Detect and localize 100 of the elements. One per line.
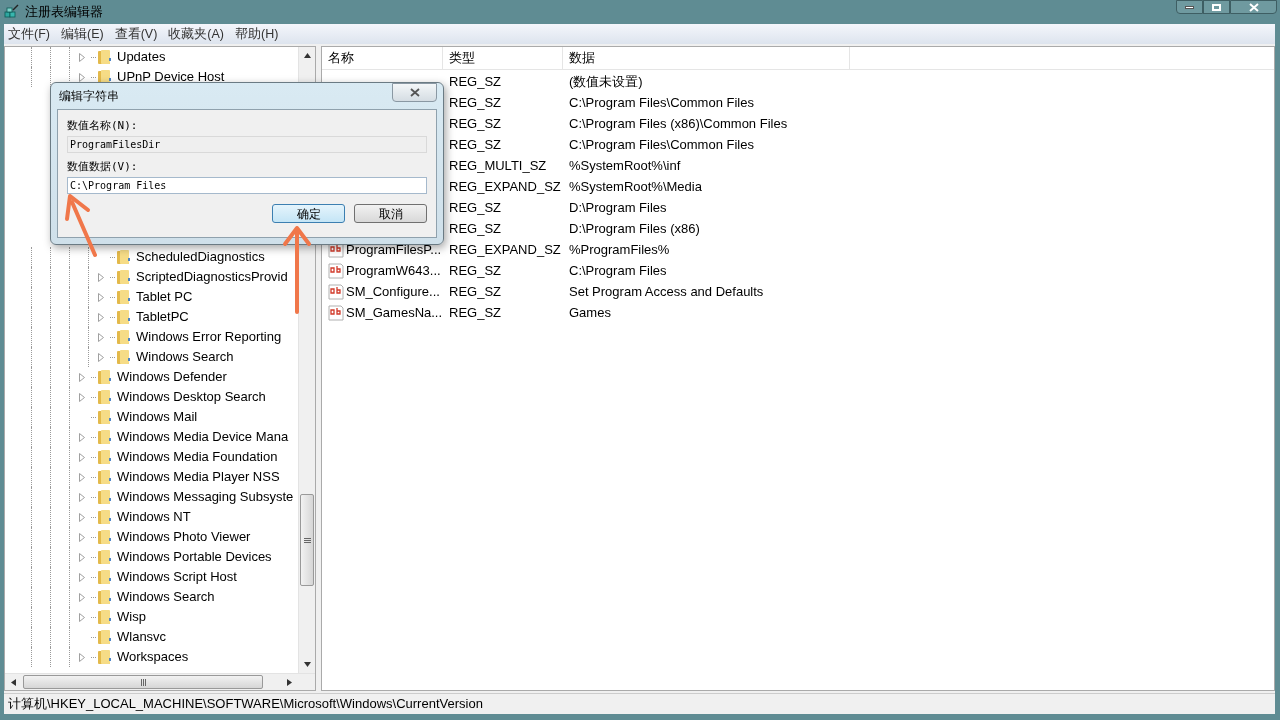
field-label: 数值数据(V):	[67, 159, 139, 175]
menu-item[interactable]: 查看(V)	[114, 24, 158, 44]
value-type: REG_SZ	[448, 114, 502, 133]
folder-icon	[116, 329, 131, 345]
close-icon	[409, 88, 420, 97]
value-data: Set Program Access and Defaults	[568, 282, 764, 301]
tree-item[interactable]: Windows Search	[136, 347, 234, 367]
tree-item[interactable]: Workspaces	[117, 647, 189, 667]
annotation-arrow	[65, 194, 97, 257]
tree-item[interactable]: Windows Search	[117, 587, 215, 607]
grip-icon	[140, 678, 146, 686]
expand-arrow-icon[interactable]	[79, 652, 85, 662]
menu-item[interactable]: 收藏夹(A)	[168, 24, 224, 44]
folder-icon	[116, 309, 131, 325]
value-data: C:\Program Files (x86)\Common Files	[568, 114, 788, 133]
tree-item[interactable]: Wlansvc	[117, 627, 167, 647]
horizontal-scrollbar[interactable]	[5, 673, 315, 690]
value-type: REG_SZ	[448, 198, 502, 217]
dialog-button[interactable]: 确定	[272, 204, 345, 223]
tree-item[interactable]: Windows Portable Devices	[117, 547, 272, 567]
folder-icon	[97, 589, 112, 605]
tree-item[interactable]: Windows Messaging Subsyste	[117, 487, 294, 507]
value-data: D:\Program Files	[568, 198, 667, 217]
grip-icon	[303, 537, 311, 543]
value-type: REG_EXPAND_SZ	[448, 240, 562, 259]
tree-item[interactable]: Windows NT	[117, 507, 191, 527]
string-value-icon	[328, 304, 344, 321]
folder-icon	[97, 429, 112, 445]
folder-icon	[97, 549, 112, 565]
value-data: C:\Program Files	[568, 261, 667, 280]
value-type: REG_EXPAND_SZ	[448, 177, 562, 196]
value-name[interactable]: SM_GamesNa...	[346, 302, 443, 323]
folder-icon	[116, 349, 131, 365]
menu-item[interactable]: 编辑(E)	[60, 24, 104, 44]
value-data: D:\Program Files (x86)	[568, 219, 700, 238]
column-header[interactable]: 数据	[563, 47, 850, 69]
tree-item[interactable]: Windows Photo Viewer	[117, 527, 251, 547]
string-value-icon	[328, 283, 344, 300]
scrollbar-thumb[interactable]	[300, 494, 314, 586]
tree-item[interactable]: Wisp	[117, 607, 146, 627]
scrollbar-thumb[interactable]	[23, 675, 263, 689]
tree-item[interactable]: Windows Defender	[117, 367, 227, 387]
value-type: REG_SZ	[448, 282, 502, 301]
tree-item[interactable]: ScheduledDiagnostics	[136, 247, 265, 267]
window-title: 注册表编辑器	[25, 3, 103, 22]
close-button[interactable]	[392, 83, 437, 102]
value-data: C:\Program Files\Common Files	[568, 135, 754, 154]
value-data: %SystemRoot%\Media	[568, 177, 702, 196]
value-type: REG_SZ	[448, 303, 502, 322]
tree-item[interactable]: ScriptedDiagnosticsProvid	[136, 267, 288, 287]
value-type: REG_SZ	[448, 93, 502, 112]
tree-item[interactable]: Tablet PC	[136, 287, 193, 307]
value-name[interactable]: ProgramW643...	[346, 260, 441, 281]
value-type: REG_MULTI_SZ	[448, 156, 548, 175]
tree-item[interactable]: Windows Script Host	[117, 567, 237, 587]
folder-icon	[97, 489, 112, 505]
folder-icon	[97, 409, 112, 425]
value-name-field[interactable]: ProgramFilesDir	[67, 136, 427, 153]
folder-icon	[116, 249, 131, 265]
folder-icon	[97, 649, 112, 665]
folder-icon	[97, 629, 112, 645]
tree-item[interactable]: Updates	[117, 47, 166, 67]
folder-icon	[97, 569, 112, 585]
tree-item[interactable]: Windows Media Player NSS	[117, 467, 280, 487]
column-header[interactable]: 名称	[322, 47, 443, 69]
value-data: C:\Program Files\Common Files	[568, 93, 754, 112]
dialog-button[interactable]: 取消	[354, 204, 427, 223]
registry-cubes-icon	[4, 4, 20, 20]
tree-item[interactable]: Windows Error Reporting	[136, 327, 282, 347]
folder-icon	[116, 289, 131, 305]
folder-icon	[97, 389, 112, 405]
folder-icon	[97, 529, 112, 545]
folder-icon	[97, 509, 112, 525]
value-name[interactable]: SM_Configure...	[346, 281, 440, 302]
value-data: %ProgramFiles%	[568, 240, 670, 259]
folder-icon	[97, 609, 112, 625]
value-data: %SystemRoot%\inf	[568, 156, 681, 175]
value-type: REG_SZ	[448, 135, 502, 154]
maximize-button[interactable]	[1203, 0, 1230, 14]
field-label: 数值名称(N):	[67, 118, 139, 134]
column-header[interactable]: 类型	[443, 47, 563, 69]
folder-icon	[97, 49, 112, 65]
tree-item[interactable]: Windows Desktop Search	[117, 387, 266, 407]
folder-icon	[97, 449, 112, 465]
value-data-field[interactable]: C:\Program Files	[67, 177, 427, 194]
tree-item[interactable]: TabletPC	[136, 307, 189, 327]
string-value-icon	[328, 262, 344, 279]
value-data: Games	[568, 303, 611, 322]
tree-item[interactable]: Windows Media Device Mana	[117, 427, 289, 447]
status-bar: 计算机\HKEY_LOCAL_MACHINE\SOFTWARE\Microsoft\Windows\CurrentVersion	[4, 693, 1275, 714]
value-type: REG_SZ	[448, 261, 502, 280]
tree-item[interactable]: Windows Mail	[117, 407, 198, 427]
close-button[interactable]	[1230, 0, 1277, 14]
folder-icon	[97, 469, 112, 485]
close-icon	[1248, 2, 1259, 12]
value-type: REG_SZ	[448, 72, 502, 91]
tree-item[interactable]: Windows Media Foundation	[117, 447, 278, 467]
menu-item[interactable]: 帮助(H)	[235, 24, 279, 44]
folder-icon	[97, 369, 112, 385]
menu-item[interactable]: 文件(F)	[8, 24, 50, 44]
